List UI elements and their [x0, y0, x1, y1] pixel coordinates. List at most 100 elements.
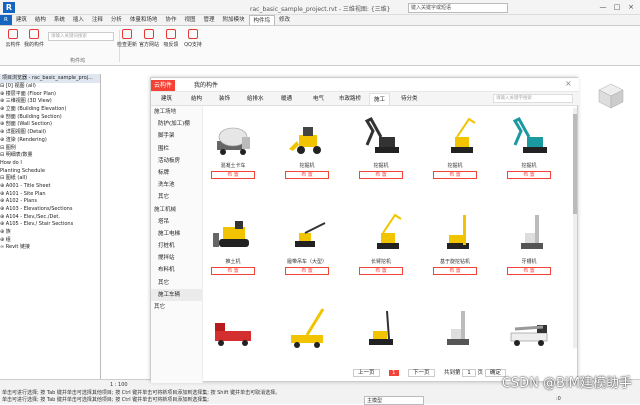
tree-item[interactable]: ⊟ 明细表/数量	[0, 152, 100, 160]
ribbon-tab[interactable]: 修改	[275, 15, 294, 25]
help-search-input[interactable]: 键入关键字或短语	[408, 3, 508, 13]
tree-item[interactable]: ⊕ A103 - Elevations/Sections	[0, 206, 100, 214]
category-tab[interactable]: 待分类	[397, 93, 422, 105]
long-arm-excavator-icon[interactable]	[359, 206, 403, 258]
category-tab[interactable]: 市政路桥	[335, 93, 365, 105]
component-card[interactable]: 牙槽机布 置	[507, 206, 551, 275]
tab-my-components[interactable]: 我的构件	[191, 80, 221, 91]
category-tab[interactable]: 装饰	[215, 93, 234, 105]
place-button[interactable]: 布 置	[507, 267, 551, 275]
tree-item[interactable]: ⊕ A001 - Title Sheet	[0, 183, 100, 191]
ribbon-tab[interactable]: 构件坞	[248, 15, 276, 25]
ribbon-tab[interactable]: 分析	[107, 15, 126, 25]
sidebar-item[interactable]: 其它	[151, 191, 202, 203]
place-button[interactable]: 布 置	[359, 267, 403, 275]
excavator-icon[interactable]	[507, 110, 551, 162]
component-card[interactable]: 挖掘机布 置	[507, 110, 551, 179]
mixer-truck-icon[interactable]	[211, 110, 255, 162]
place-button[interactable]: 布 置	[211, 267, 255, 275]
tree-item[interactable]: ⊕ A105 - Elev./ Stair Sections	[0, 221, 100, 229]
component-card[interactable]: 履带吊车（大型） 布 置	[285, 206, 329, 275]
ribbon-tab[interactable]: 系统	[50, 15, 69, 25]
component-card[interactable]: 挖掘机布 置	[433, 110, 477, 179]
place-button[interactable]: 布 置	[433, 171, 477, 179]
component-card[interactable]: 基于旋挖钻机布 置	[433, 206, 477, 275]
sidebar-group[interactable]: 施工机械	[151, 204, 202, 216]
scrollbar-thumb[interactable]	[573, 114, 577, 214]
current-page[interactable]: 1	[389, 370, 399, 376]
my-components-button[interactable]: 我的构件	[24, 29, 44, 48]
sidebar-item[interactable]: 防护(加工)棚	[151, 118, 202, 130]
sidebar-item[interactable]: 脚手架	[151, 130, 202, 142]
ribbon-tab[interactable]: 视图	[180, 15, 199, 25]
ribbon-search-input[interactable]: 请输入关键词搜索	[48, 32, 114, 41]
category-tab[interactable]: 暖通	[277, 93, 296, 105]
drill-rig-icon[interactable]	[507, 206, 551, 258]
ribbon-tab[interactable]: 插入	[69, 15, 88, 25]
drill-rig-icon[interactable]	[433, 302, 477, 354]
sidebar-item[interactable]: 标牌	[151, 167, 202, 179]
tab-cloud-components[interactable]: 云构件	[151, 80, 176, 91]
ribbon-tab[interactable]: R	[0, 15, 12, 25]
sidebar-item[interactable]: 活动板房	[151, 155, 202, 167]
close-button[interactable]: ×	[625, 2, 637, 12]
sidebar-item[interactable]: 布料机	[151, 264, 202, 276]
component-card[interactable]	[359, 302, 403, 354]
category-tab[interactable]: 给排水	[243, 93, 268, 105]
pile-driver-icon[interactable]	[359, 302, 403, 354]
tree-item[interactable]: ⊟ [0] 视图 (all)	[0, 83, 100, 91]
sidebar-item[interactable]: 塔吊	[151, 216, 202, 228]
tree-item[interactable]: ⊕ 三维视图 (3D View)	[0, 98, 100, 106]
component-card[interactable]: 混凝土卡车布 置	[211, 110, 255, 179]
category-tab[interactable]: 施工	[369, 93, 391, 105]
ribbon-tab[interactable]: 结构	[31, 15, 50, 25]
ribbon-tab[interactable]: 注释	[88, 15, 107, 25]
sidebar-group[interactable]: 施工场地	[151, 106, 202, 118]
minimize-button[interactable]: —	[597, 2, 609, 12]
tree-item[interactable]: ⊕ 族	[0, 229, 100, 237]
place-button[interactable]: 布 置	[211, 171, 255, 179]
tree-item[interactable]: ∞ Revit 链接	[0, 244, 100, 252]
component-card[interactable]: 长臂挖机布 置	[359, 206, 403, 275]
sidebar-item[interactable]: 搅拌站	[151, 252, 202, 264]
component-card[interactable]	[507, 302, 551, 354]
tree-item[interactable]: ⊕ A101 - Site Plan	[0, 191, 100, 199]
sidebar-item[interactable]: 围栏	[151, 143, 202, 155]
view-scale[interactable]: 1 : 100	[110, 382, 128, 388]
tree-item[interactable]: How do I	[0, 160, 100, 168]
ribbon-tab[interactable]: 体量和场地	[126, 15, 162, 25]
next-page-button[interactable]: 下一页	[408, 369, 435, 377]
place-button[interactable]: 布 置	[285, 267, 329, 275]
cloud-components-button[interactable]: 云构件	[3, 29, 23, 48]
category-tab[interactable]: 电气	[309, 93, 328, 105]
sidebar-item[interactable]: 施工电梯	[151, 228, 202, 240]
sidebar-item[interactable]: 打桩机	[151, 240, 202, 252]
sidebar-item[interactable]: 其它	[151, 277, 202, 289]
tree-item[interactable]: ⊕ A104 - Elev./Sec./Det.	[0, 214, 100, 222]
place-button[interactable]: 布 置	[285, 171, 329, 179]
loader-icon[interactable]	[285, 110, 329, 162]
tree-item[interactable]: ⊕ 剖面 (Wall Section)	[0, 121, 100, 129]
place-button[interactable]: 布 置	[433, 267, 477, 275]
sidebar-item[interactable]: 洗车池	[151, 179, 202, 191]
qq-support-button[interactable]: QQ支持	[183, 29, 203, 48]
tree-item[interactable]: ⊕ 立面 (Building Elevation)	[0, 106, 100, 114]
ribbon-tab[interactable]: 管理	[199, 15, 218, 25]
prev-page-button[interactable]: 上一页	[353, 369, 380, 377]
place-button[interactable]: 布 置	[359, 171, 403, 179]
component-card[interactable]: 挖掘机布 置	[285, 110, 329, 179]
ribbon-tab[interactable]: 建筑	[12, 15, 31, 25]
maximize-button[interactable]: □	[611, 2, 623, 12]
component-card[interactable]	[285, 302, 329, 354]
dialog-close-icon[interactable]: ×	[565, 79, 572, 88]
goto-page-input[interactable]: 1	[462, 369, 476, 377]
mobile-crane-icon[interactable]	[285, 302, 329, 354]
fire-truck-icon[interactable]	[211, 302, 255, 354]
tree-item[interactable]: ⊕ A102 - Plans	[0, 198, 100, 206]
tree-item[interactable]: ⊕ 渲染 (Rendering)	[0, 137, 100, 145]
feedback-button[interactable]: 吸反馈	[161, 29, 181, 48]
app-logo[interactable]: R	[3, 2, 15, 13]
category-tab[interactable]: 建筑	[157, 93, 176, 105]
component-card[interactable]	[211, 302, 255, 354]
category-tab[interactable]: 结构	[187, 93, 206, 105]
